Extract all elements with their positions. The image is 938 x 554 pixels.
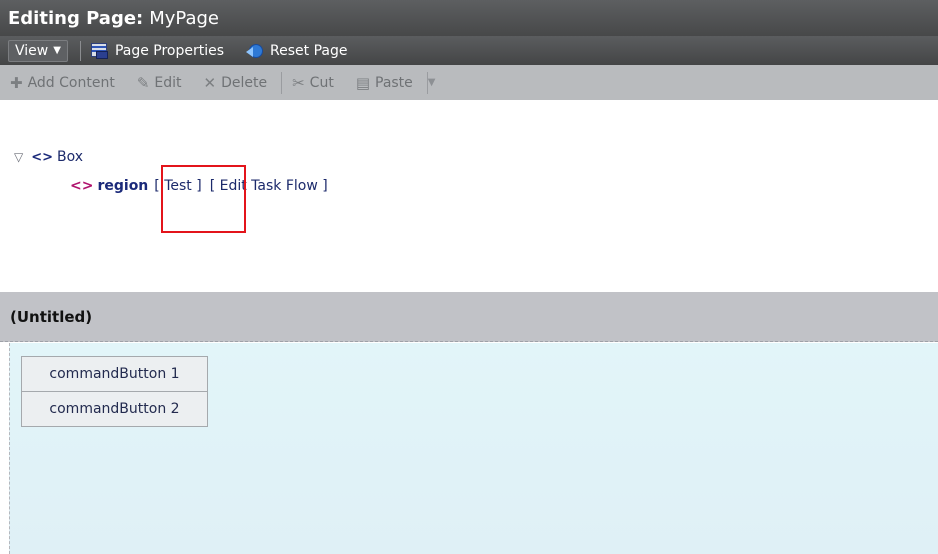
cut-button[interactable]: ✂ Cut: [292, 74, 334, 92]
menu-divider: [79, 40, 81, 61]
delete-label: Delete: [221, 74, 268, 91]
reset-icon: [246, 43, 264, 59]
page-properties-icon: [90, 42, 109, 59]
page-properties-button[interactable]: Page Properties: [90, 42, 225, 59]
tree-node-region: <> region [ Test ] [ Edit Task Flow ]: [70, 178, 328, 194]
delete-button[interactable]: ✕ Delete: [204, 74, 268, 92]
page-title-bar: Editing Page: MyPage: [0, 0, 938, 36]
region-tag-icon: <>: [70, 178, 94, 194]
tree-node-box: ▽ <> Box: [14, 149, 83, 165]
untitled-panel-body: commandButton 1 commandButton 2: [9, 343, 938, 554]
view-menu-button[interactable]: View ▼: [8, 39, 68, 62]
toolbar-divider: [281, 71, 283, 94]
edit-label: Edit: [154, 74, 182, 91]
reset-page-button[interactable]: Reset Page: [246, 42, 348, 59]
scissors-icon: ✂: [292, 73, 305, 92]
add-icon: ✚: [10, 73, 23, 92]
edit-button[interactable]: ✎ Edit: [137, 74, 182, 92]
region-node-label[interactable]: region: [97, 178, 148, 194]
page-title-value: MyPage: [149, 7, 220, 29]
command-button-1[interactable]: commandButton 1: [21, 356, 208, 392]
delete-icon: ✕: [203, 73, 217, 92]
menu-bar: View ▼ Page Properties Reset Page: [0, 36, 938, 65]
command-button-2[interactable]: commandButton 2: [21, 391, 208, 427]
reset-page-label: Reset Page: [270, 42, 348, 59]
test-link[interactable]: [ Test ]: [154, 178, 201, 194]
clipboard-icon: ▤: [355, 73, 370, 92]
chevron-down-icon: ▼: [53, 45, 61, 56]
structure-tree: ▽ <> Box <> region [ Test ] [ Edit Task …: [0, 100, 938, 290]
toolbar-more-chevron-down-icon[interactable]: ▼: [428, 77, 436, 88]
component-tag-icon: <>: [31, 149, 54, 165]
add-content-label: Add Content: [27, 74, 115, 91]
box-node-label[interactable]: Box: [57, 149, 83, 165]
panel-title: (Untitled): [10, 307, 93, 326]
edit-icon: ✎: [136, 73, 150, 92]
untitled-panel-header: (Untitled): [0, 292, 938, 342]
paste-button[interactable]: ▤ Paste: [356, 74, 413, 92]
paste-label: Paste: [375, 74, 413, 91]
page-title-label: Editing Page:: [8, 7, 144, 29]
view-menu-label: View: [15, 42, 49, 59]
edit-task-flow-link[interactable]: [ Edit Task Flow ]: [210, 178, 328, 194]
toolbar: ✚ Add Content ✎ Edit ✕ Delete ✂ Cut ▤ Pa…: [0, 65, 938, 100]
expand-triangle-icon[interactable]: ▽: [14, 150, 23, 164]
add-content-button[interactable]: ✚ Add Content: [10, 74, 115, 92]
cut-label: Cut: [309, 74, 334, 91]
page-properties-label: Page Properties: [114, 42, 225, 59]
